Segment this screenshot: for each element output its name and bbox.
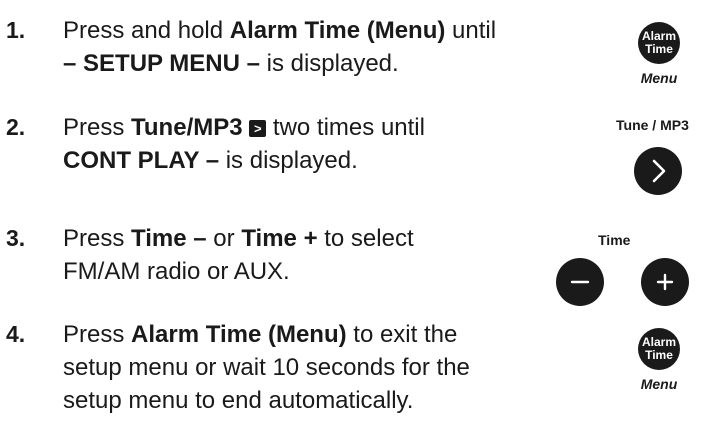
step-number: 1. [6,17,26,43]
step-text-segment: two times until [266,114,425,141]
step-number: 2. [6,114,26,140]
step-text-segment: FM/AM radio or AUX. [63,258,290,285]
step-text-segment: to exit the [346,321,458,348]
step-text: Press and hold Alarm Time (Menu) until –… [63,14,583,80]
step-number: 4. [6,321,26,347]
menu-caption: Menu [640,70,678,86]
step-text-segment: until [445,17,497,44]
step-text-bold: – SETUP MENU – [63,50,260,77]
alarm-time-button-icon: Alarm Time [638,328,680,370]
step-text-segment: Press [63,321,132,348]
plus-button-icon [641,258,689,306]
step-text-segment: is displayed. [259,50,399,77]
step-text-bold: Time – [131,225,207,252]
step-text: Press Tune/MP3 > two times until CONT PL… [63,111,583,177]
step-number: 3. [6,225,26,251]
alarm-time-button-icon: Alarm Time [638,22,680,64]
alarm-button-label-line2: Time [645,42,673,56]
step-text-segment: is displayed. [219,147,358,174]
plus-icon [656,273,674,291]
step-text-bold: Alarm Time (Menu) [229,17,446,44]
menu-caption: Menu [640,376,678,392]
alarm-button-label-line2: Time [645,348,673,362]
time-caption: Time [598,232,631,248]
step-text: Press Alarm Time (Menu) to exit the setu… [63,318,583,417]
next-arrow-icon: > [249,120,267,137]
step-text-segment: or [206,225,242,252]
chevron-right-icon [652,159,666,183]
minus-icon [570,280,590,284]
step-text-segment: Press and hold [63,17,230,44]
tune-mp3-caption: Tune / MP3 [616,117,689,133]
step-text-segment: to select [317,225,414,252]
tune-mp3-next-button-icon [634,147,682,195]
minus-button-icon [556,258,604,306]
step-text-segment: Press [63,225,132,252]
step-text-bold: Alarm Time (Menu) [131,321,347,348]
step-text-bold: CONT PLAY – [63,147,220,174]
step-text-segment: setup menu to end automatically. [63,387,414,414]
step-text-bold: Time + [241,225,318,252]
step-text-bold: Tune/MP3 [131,114,243,141]
step-text: Press Time – or Time + to select FM/AM r… [63,222,583,288]
step-text-segment: setup menu or wait 10 seconds for the [63,354,470,381]
step-text-segment: Press [63,114,132,141]
